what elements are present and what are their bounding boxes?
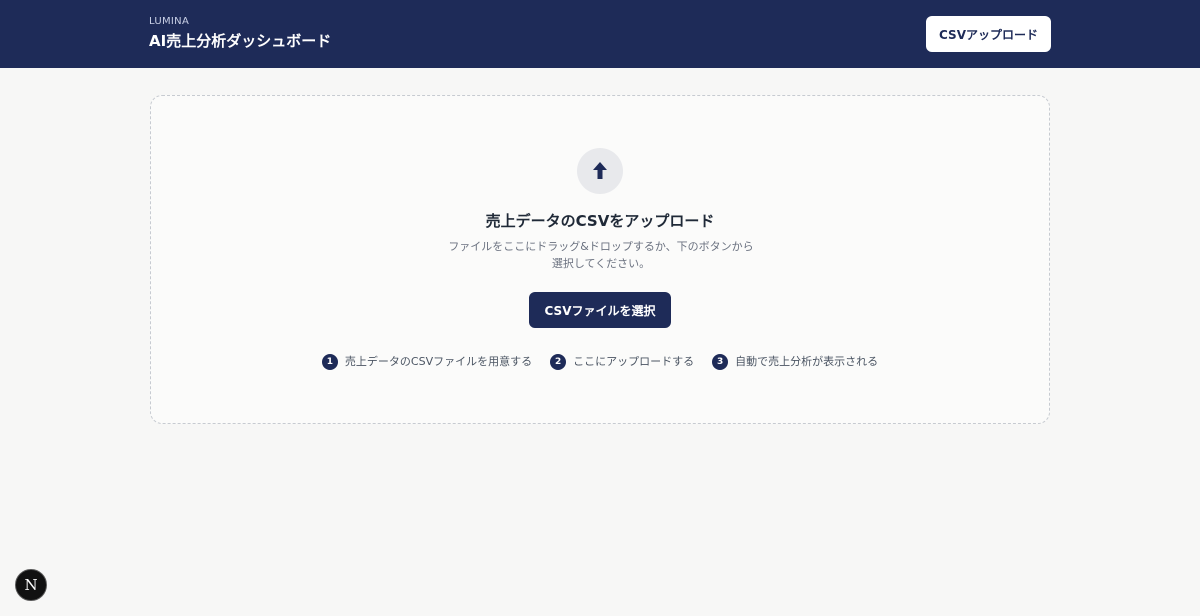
brand-block: LUMINA AI売上分析ダッシュボード <box>149 16 331 51</box>
top-navigation-bar: LUMINA AI売上分析ダッシュボード CSVアップロード <box>0 0 1200 68</box>
page-title: AI売上分析ダッシュボード <box>149 32 332 50</box>
step-text: ここにアップロードする <box>573 355 695 368</box>
csv-upload-button[interactable]: CSVアップロード <box>926 16 1051 52</box>
csv-drop-zone[interactable]: 売上データのCSVをアップロード ファイルをここにドラッグ&ドロップするか、下の… <box>150 95 1050 424</box>
step-number-badge: 1 <box>321 354 338 370</box>
drop-zone-title: 売上データのCSVをアップロード <box>485 212 715 230</box>
step-text: 自動で売上分析が表示される <box>735 355 879 368</box>
brand-name: LUMINA <box>149 16 190 27</box>
drop-zone-description: ファイルをここにドラッグ&ドロップするか、下のボタンから選択してください。 <box>448 240 754 270</box>
step-item-3: 3 自動で売上分析が表示される <box>712 354 878 370</box>
step-item-1: 1 売上データのCSVファイルを用意する <box>321 354 533 370</box>
step-item-2: 2 ここにアップロードする <box>550 354 694 370</box>
upload-icon-circle <box>577 148 623 194</box>
step-number-badge: 3 <box>712 354 729 370</box>
nextjs-dev-icon[interactable]: N <box>15 569 47 601</box>
upload-arrow-icon <box>593 162 607 179</box>
step-text: 売上データのCSVファイルを用意する <box>344 355 533 368</box>
step-number-badge: 2 <box>550 354 567 370</box>
select-csv-file-button[interactable]: CSVファイルを選択 <box>529 292 671 328</box>
upload-steps: 1 売上データのCSVファイルを用意する 2 ここにアップロードする 3 自動で… <box>151 354 1049 370</box>
